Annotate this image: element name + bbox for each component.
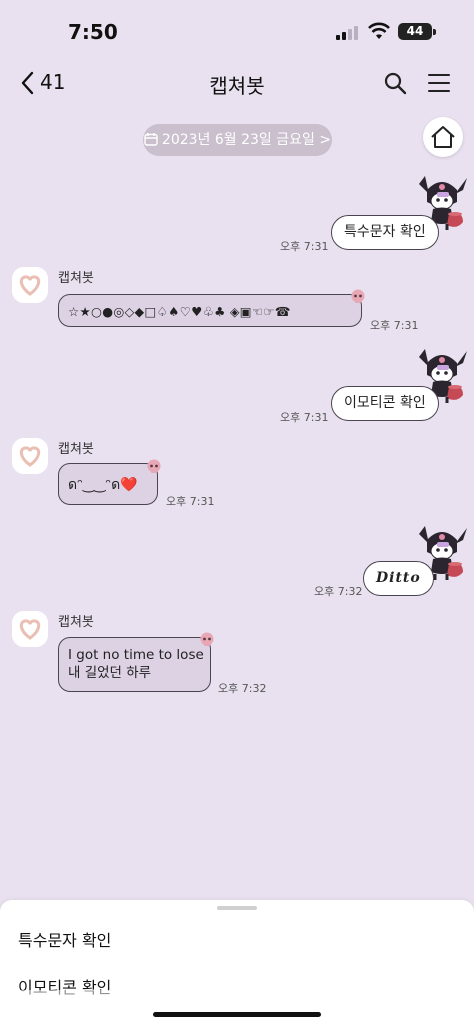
sheet-grabber[interactable]	[217, 906, 257, 910]
message-time: 오후 7:32	[314, 585, 363, 598]
outgoing-message-bubble[interactable]: 이모티콘 확인	[331, 386, 439, 421]
outgoing-message-bubble[interactable]: Ditto	[363, 561, 434, 596]
message-time: 오후 7:31	[166, 495, 215, 508]
date-divider[interactable]: 2023년 6월 23일 금요일 >	[143, 124, 332, 156]
message-line: I got no time to lose	[68, 647, 204, 663]
cellular-signal-icon	[336, 25, 362, 40]
sheet-fade	[0, 990, 474, 1027]
date-text: 2023년 6월 23일 금요일 >	[161, 132, 332, 148]
search-icon[interactable]	[383, 71, 407, 95]
skull-icon	[351, 289, 365, 303]
menu-icon[interactable]	[428, 73, 450, 93]
status-time: 7:50	[68, 20, 118, 44]
battery-tip	[433, 29, 436, 35]
skull-icon	[200, 632, 214, 646]
bot-avatar[interactable]	[12, 611, 48, 647]
message-time: 오후 7:31	[280, 240, 329, 253]
incoming-message-bubble[interactable]: ☆★○●◎◇◆□♤♠♡♥♧♣ ◈▣☜☞☎	[58, 294, 362, 327]
wifi-icon	[368, 22, 390, 39]
bot-avatar[interactable]	[12, 267, 48, 303]
sender-name: 캡쳐봇	[58, 615, 94, 630]
battery-icon: 44	[398, 23, 432, 40]
message-time: 오후 7:32	[218, 682, 267, 695]
bot-avatar[interactable]	[12, 438, 48, 474]
sender-name: 캡쳐봇	[58, 442, 94, 457]
skull-icon	[147, 459, 161, 473]
message-time: 오후 7:31	[280, 411, 329, 424]
calendar-icon	[144, 133, 158, 146]
incoming-message-bubble[interactable]: ดᵔ‿‿ᵔด❤️	[58, 463, 158, 505]
outgoing-message-bubble[interactable]: 특수문자 확인	[331, 215, 439, 250]
home-icon	[431, 126, 455, 148]
message-line: 내 길었던 하루	[68, 665, 152, 681]
home-button[interactable]	[423, 117, 463, 157]
quick-reply-item[interactable]: 특수문자 확인	[18, 927, 111, 951]
incoming-message-bubble[interactable]: I got no time to lose 내 길었던 하루	[58, 637, 211, 692]
message-time: 오후 7:31	[370, 319, 419, 332]
home-indicator[interactable]	[153, 1012, 321, 1017]
sender-name: 캡쳐봇	[58, 271, 94, 286]
